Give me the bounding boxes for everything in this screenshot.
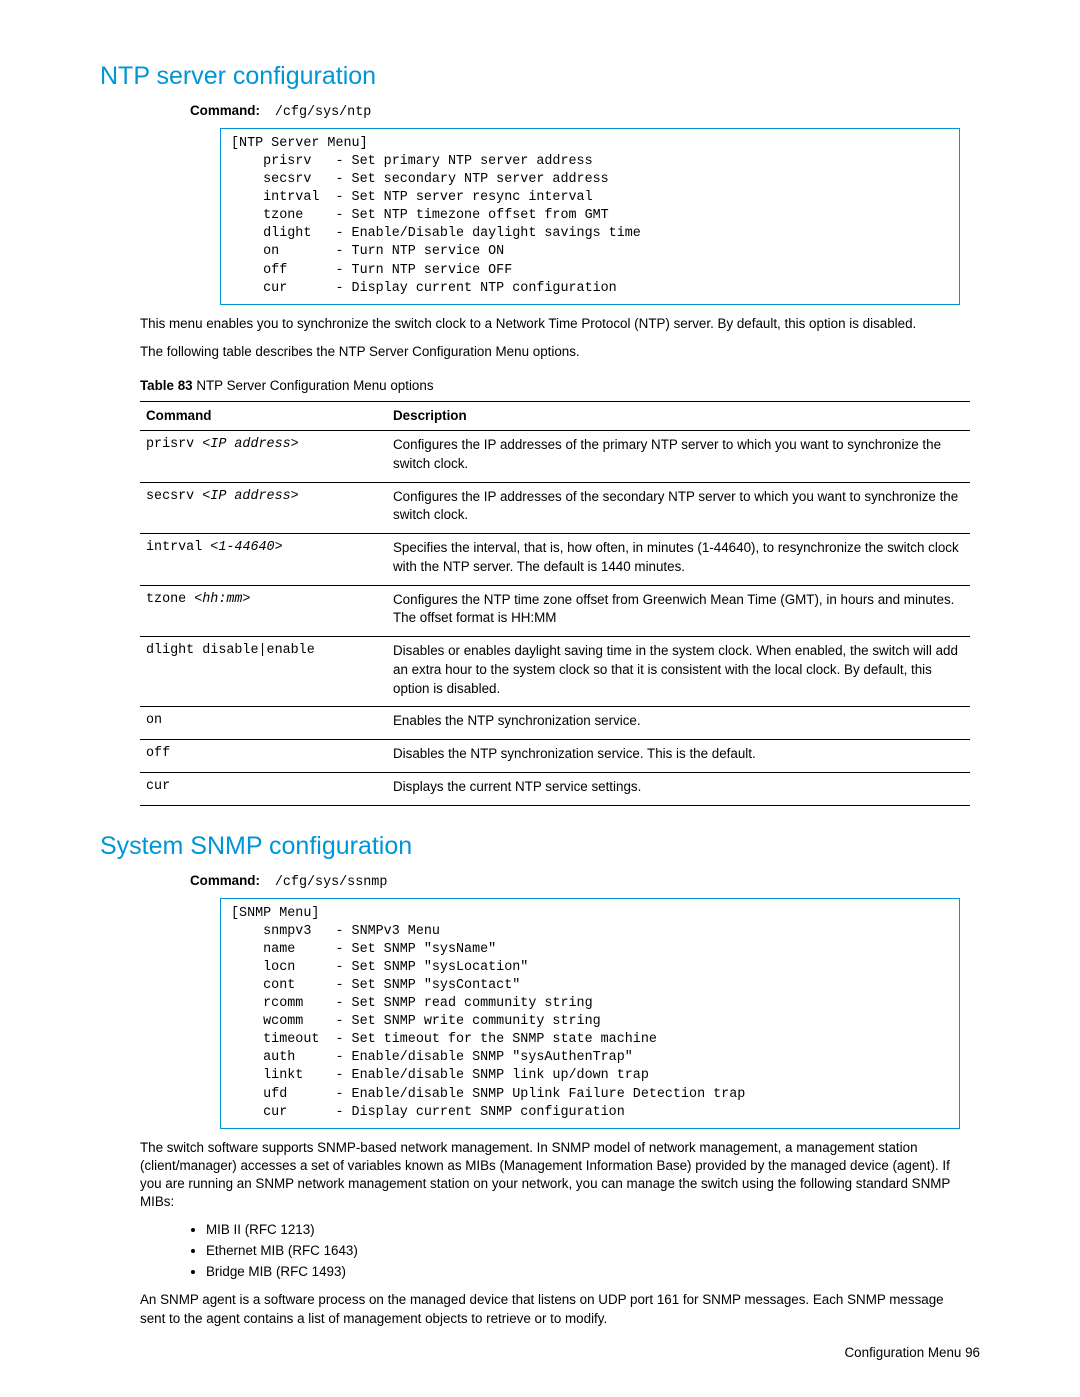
command-text: dlight disable|enable (146, 643, 315, 658)
table-row: cur Displays the current NTP service sett… (140, 773, 970, 806)
command-arg: <1-44640> (210, 540, 282, 555)
table-cell-command: secsrv <IP address> (140, 482, 387, 534)
snmp-para-1: The switch software supports SNMP-based … (140, 1139, 970, 1211)
ntp-para-1: This menu enables you to synchronize the… (140, 315, 970, 333)
snmp-command-line: Command: /cfg/sys/ssnmp (190, 872, 970, 892)
table-cell-description: Disables the NTP synchronization service… (387, 740, 970, 773)
ntp-menu-box: [NTP Server Menu] prisrv - Set primary N… (220, 128, 960, 305)
snmp-mib-list: MIB II (RFC 1213) Ethernet MIB (RFC 1643)… (188, 1221, 970, 1281)
ntp-para-2: The following table describes the NTP Se… (140, 343, 970, 361)
table-row: tzone <hh:mm>Configures the NTP time zon… (140, 585, 970, 637)
snmp-content: Command: /cfg/sys/ssnmp [SNMP Menu] snmp… (100, 872, 980, 1328)
table-row: on Enables the NTP synchronization servic… (140, 707, 970, 740)
list-item: MIB II (RFC 1213) (206, 1221, 970, 1239)
section-title-ntp: NTP server configuration (100, 60, 980, 94)
table-row: prisrv <IP address>Configures the IP add… (140, 431, 970, 483)
command-text: tzone (146, 592, 194, 607)
snmp-para-2: An SNMP agent is a software process on t… (140, 1291, 970, 1327)
snmp-menu-box: [SNMP Menu] snmpv3 - SNMPv3 Menu name - … (220, 898, 960, 1129)
table-caption-text: NTP Server Configuration Menu options (193, 378, 434, 393)
table-cell-description: Configures the IP addresses of the prima… (387, 431, 970, 483)
table-cell-description: Disables or enables daylight saving time… (387, 637, 970, 707)
table-row: intrval <1-44640>Specifies the interval,… (140, 534, 970, 586)
command-label: Command: (190, 103, 260, 118)
section-title-snmp: System SNMP configuration (100, 830, 980, 864)
list-item: Ethernet MIB (RFC 1643) (206, 1242, 970, 1260)
command-text: prisrv (146, 437, 202, 452)
command-arg: <IP address> (202, 437, 298, 452)
table-cell-command: intrval <1-44640> (140, 534, 387, 586)
table-header-description: Description (387, 401, 970, 430)
table-cell-command: tzone <hh:mm> (140, 585, 387, 637)
table-cell-command: on (140, 707, 387, 740)
ntp-command-line: Command: /cfg/sys/ntp (190, 102, 970, 122)
command-path: /cfg/sys/ntp (275, 105, 371, 120)
command-text: on (146, 713, 162, 728)
command-text: cur (146, 779, 170, 794)
table-caption: Table 83 NTP Server Configuration Menu o… (140, 377, 970, 395)
command-arg: <hh:mm> (194, 592, 250, 607)
table-row: off Disables the NTP synchronization serv… (140, 740, 970, 773)
ntp-options-table: Command Description prisrv <IP address>C… (140, 401, 970, 806)
table-cell-command: prisrv <IP address> (140, 431, 387, 483)
table-row: secsrv <IP address>Configures the IP add… (140, 482, 970, 534)
table-header-command: Command (140, 401, 387, 430)
table-cell-description: Configures the NTP time zone offset from… (387, 585, 970, 637)
table-cell-command: dlight disable|enable (140, 637, 387, 707)
table-cell-description: Displays the current NTP service setting… (387, 773, 970, 806)
command-text: intrval (146, 540, 210, 555)
table-cell-description: Configures the IP addresses of the secon… (387, 482, 970, 534)
table-row: dlight disable|enable Disables or enables… (140, 637, 970, 707)
list-item: Bridge MIB (RFC 1493) (206, 1263, 970, 1281)
table-cell-command: cur (140, 773, 387, 806)
page-footer: Configuration Menu 96 (845, 1344, 980, 1362)
ntp-content: Command: /cfg/sys/ntp [NTP Server Menu] … (100, 102, 980, 806)
command-arg: <IP address> (202, 489, 298, 504)
table-cell-description: Enables the NTP synchronization service. (387, 707, 970, 740)
table-number: Table 83 (140, 378, 193, 393)
command-label: Command: (190, 873, 260, 888)
table-cell-description: Specifies the interval, that is, how oft… (387, 534, 970, 586)
command-text: secsrv (146, 489, 202, 504)
page: NTP server configuration Command: /cfg/s… (0, 0, 1080, 1397)
table-cell-command: off (140, 740, 387, 773)
command-path: /cfg/sys/ssnmp (275, 875, 388, 890)
command-text: off (146, 746, 170, 761)
